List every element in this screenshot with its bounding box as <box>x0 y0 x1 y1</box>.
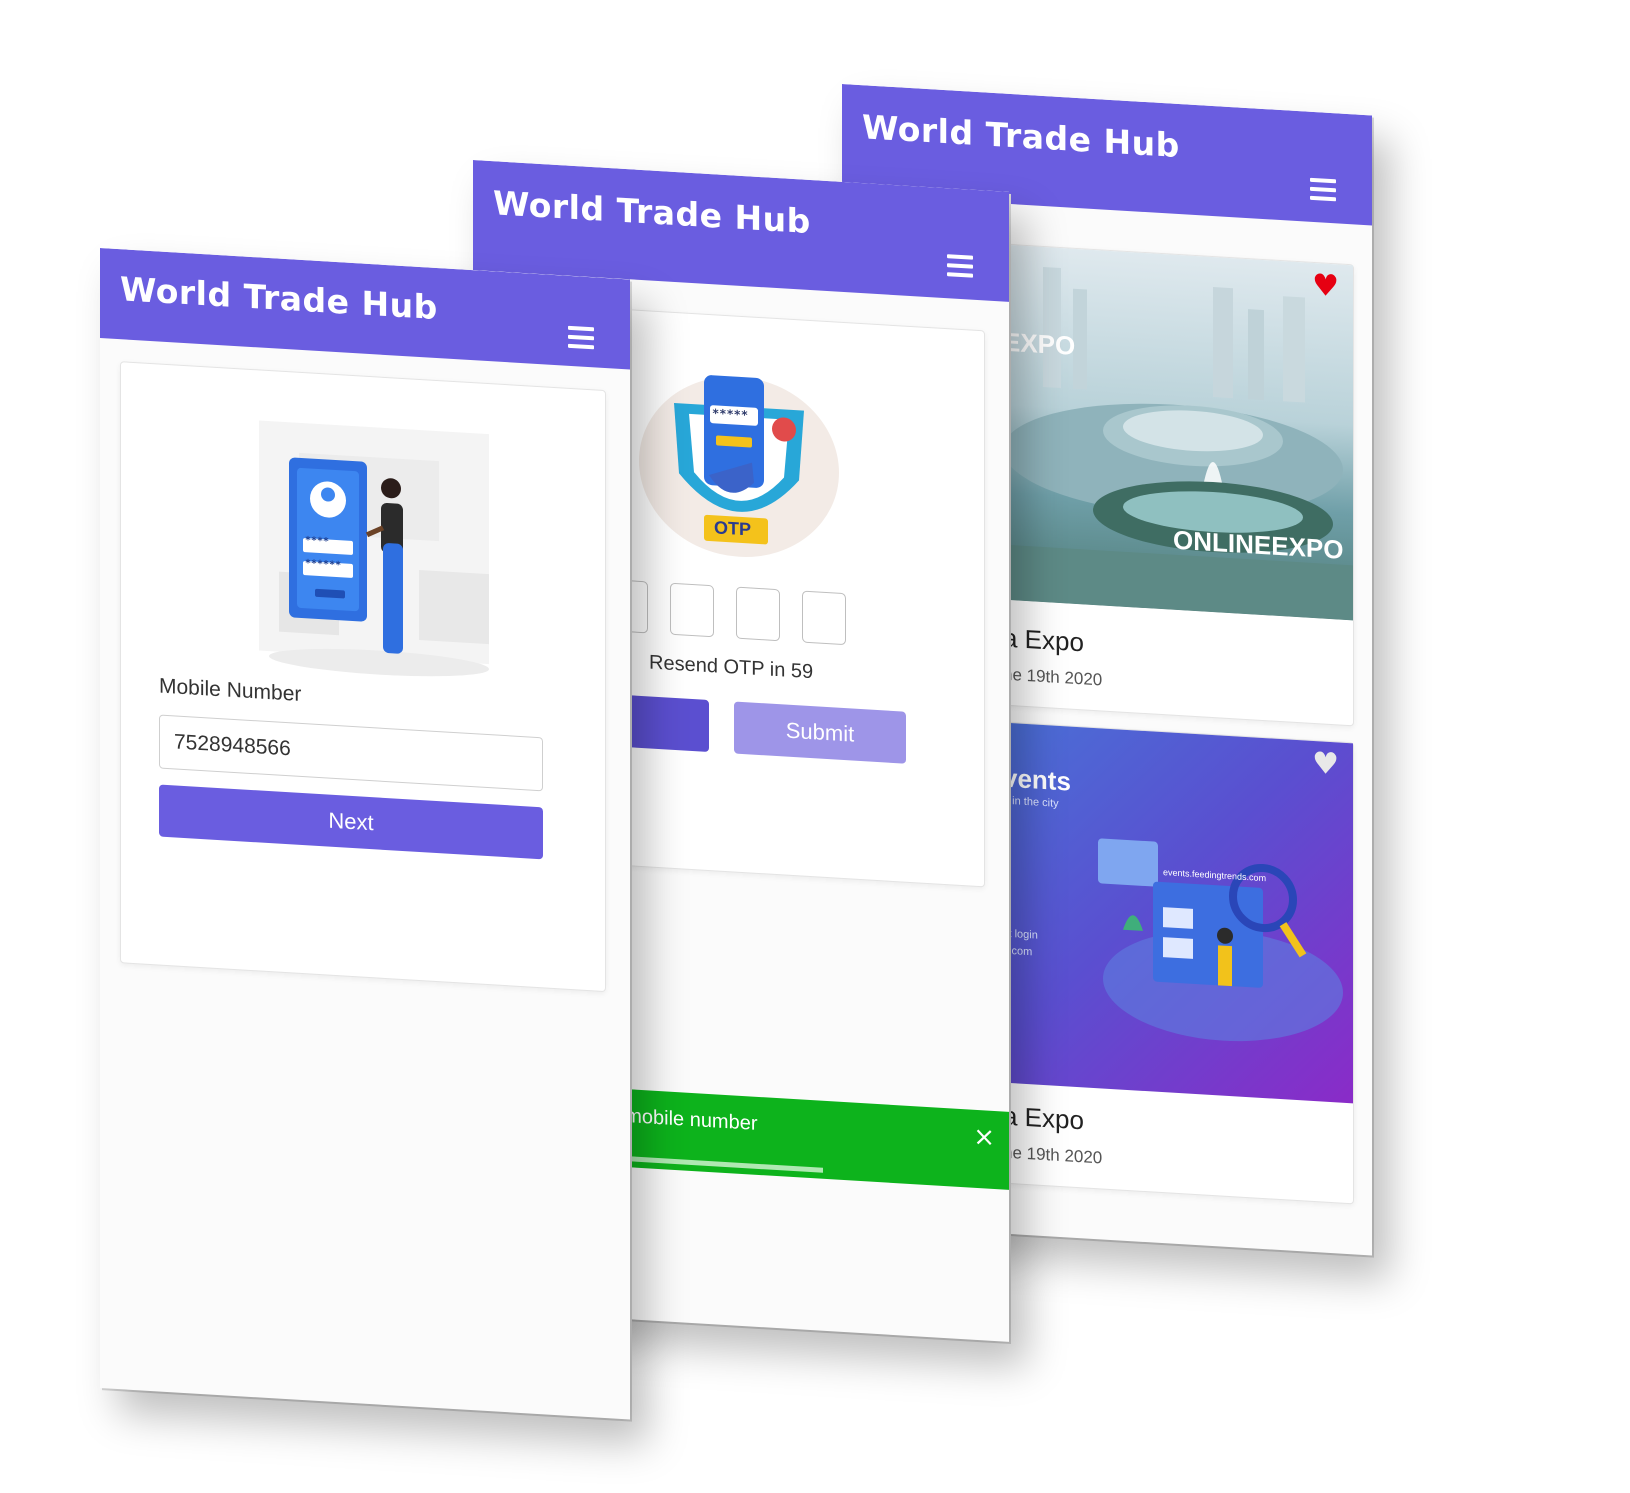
otp-illustration: ***** OTP <box>634 351 844 573</box>
otp-illustration-label: OTP <box>714 517 752 540</box>
event-title: a Expo <box>1003 622 1084 658</box>
toast-message: r mobile number <box>613 1104 758 1135</box>
heart-outline-icon[interactable]: ♥ <box>1312 746 1339 783</box>
event-image: EXPO ONLINEEXPO ♥ <box>1003 244 1353 621</box>
app-title: World Trade Hub <box>493 183 811 242</box>
next-button[interactable]: Next <box>159 784 543 860</box>
login-illustration: **** ****** <box>239 409 499 684</box>
login-person-illustration <box>259 420 489 677</box>
resend-otp-text[interactable]: Resend OTP in 59 <box>649 651 813 684</box>
submit-button[interactable]: Submit <box>734 701 906 764</box>
mockup-stage: World Trade Hub EXPO ONLINEEXPO ♥ a Expo… <box>0 0 1630 1493</box>
phone-code: ***** <box>712 406 749 423</box>
otp-digit-input[interactable] <box>802 590 846 646</box>
expo-badge: EXPO <box>1003 326 1076 361</box>
pin-dots-2: ****** <box>305 558 342 572</box>
mobile-number-label: Mobile Number <box>159 674 302 706</box>
mobile-number-input[interactable]: 7528948566 <box>159 714 543 792</box>
hamburger-menu-icon[interactable] <box>568 325 594 350</box>
toast-progress-bar <box>613 1155 823 1173</box>
close-icon[interactable]: × <box>973 1122 995 1153</box>
hamburger-menu-icon[interactable] <box>947 254 973 278</box>
event-card[interactable]: EXPO ONLINEEXPO ♥ a Expo ne 19th 2020 <box>1002 243 1354 727</box>
app-title: World Trade Hub <box>120 269 438 328</box>
hamburger-menu-icon[interactable] <box>1310 177 1336 202</box>
event-image: vents g in the city events.feedingtrends… <box>1003 722 1353 1104</box>
heart-filled-icon[interactable]: ♥ <box>1312 268 1339 305</box>
otp-digit-input[interactable] <box>736 586 780 642</box>
expo-building-illustration <box>1003 266 1353 621</box>
app-title: World Trade Hub <box>862 107 1180 166</box>
events-badge: vents <box>1003 762 1071 797</box>
event-card[interactable]: vents g in the city events.feedingtrends… <box>1002 721 1354 1205</box>
event-date: ne 19th 2020 <box>1003 664 1103 690</box>
login-screen: World Trade Hub **** ****** Mobile Numbe… <box>100 248 630 1420</box>
event-date: ne 19th 2020 <box>1003 1142 1103 1168</box>
otp-digit-input[interactable] <box>670 582 714 638</box>
event-title: a Expo <box>1003 1100 1084 1136</box>
toast-notification: r mobile number × <box>613 1088 1009 1190</box>
pin-dots-1: **** <box>305 535 330 548</box>
login-card: **** ****** Mobile Number 7528948566 Nex… <box>120 361 606 993</box>
